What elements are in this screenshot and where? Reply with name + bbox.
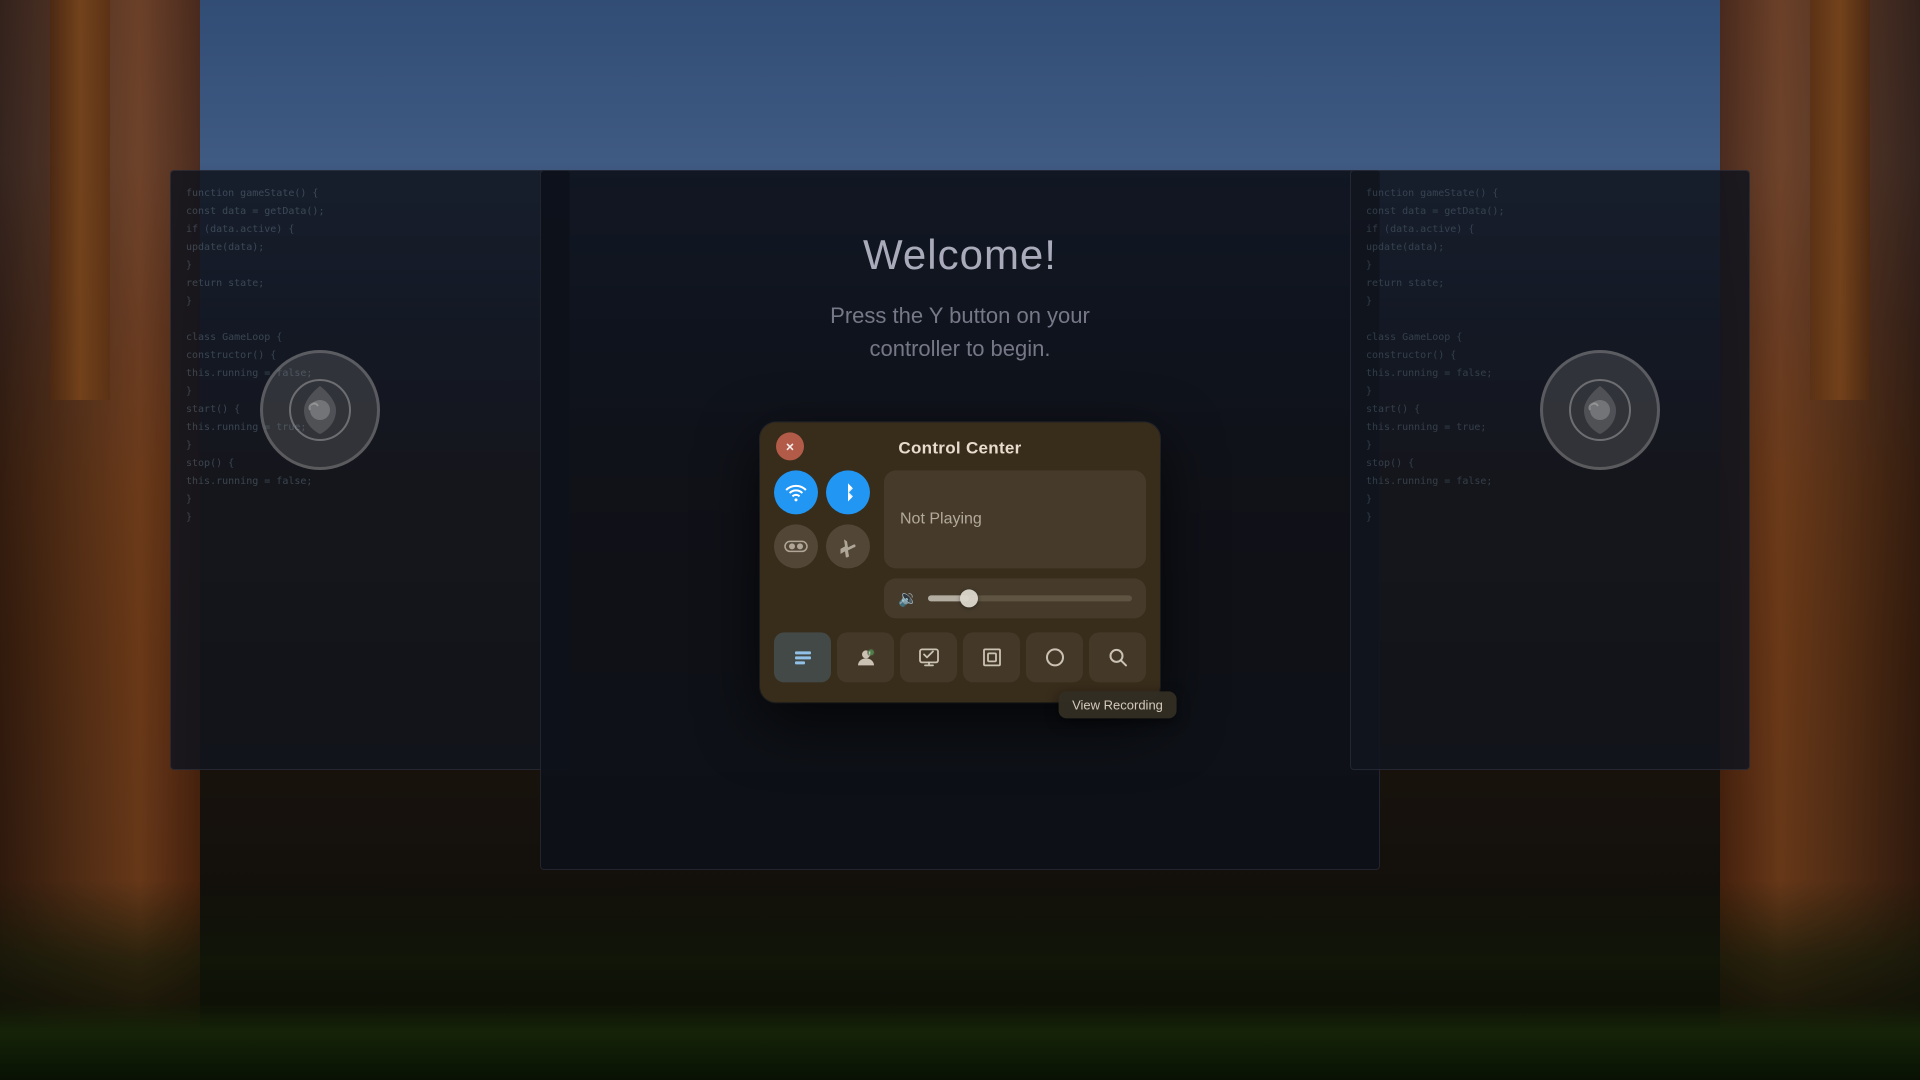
control-center-header: × Control Center <box>760 422 1160 470</box>
vr-toggle[interactable] <box>774 524 818 568</box>
cc-toggles <box>774 470 874 568</box>
volume-widget: 🔉 <box>884 578 1146 618</box>
cc-body: Not Playing 🔉 <box>760 470 1160 686</box>
bluetooth-toggle[interactable] <box>826 470 870 514</box>
toggle-row-2 <box>774 524 874 568</box>
cc-toolbar: ! <box>774 628 1146 686</box>
control-center-panel: × Control Center <box>760 422 1160 702</box>
control-center-title: Control Center <box>898 438 1021 458</box>
cc-top-row: Not Playing <box>774 470 1146 568</box>
toggle-row-1 <box>774 470 874 514</box>
toolbar-home-button[interactable] <box>774 632 831 682</box>
toolbar-screenshot-button[interactable] <box>963 632 1020 682</box>
volume-row: 🔉 <box>774 578 1146 618</box>
toolbar-search-button[interactable]: View Recording <box>1089 632 1146 682</box>
volume-icon: 🔉 <box>898 588 918 608</box>
airplane-toggle[interactable] <box>826 524 870 568</box>
toolbar-display-button[interactable] <box>900 632 957 682</box>
close-button[interactable]: × <box>776 432 804 460</box>
volume-spacer <box>774 578 874 618</box>
volume-slider-track[interactable] <box>928 595 1132 601</box>
wifi-toggle[interactable] <box>774 470 818 514</box>
now-playing-text: Not Playing <box>900 510 982 528</box>
toolbar-profile-button[interactable]: ! <box>837 632 894 682</box>
toolbar-circle-button[interactable] <box>1026 632 1083 682</box>
volume-slider-thumb <box>960 589 978 607</box>
now-playing-widget: Not Playing <box>884 470 1146 568</box>
